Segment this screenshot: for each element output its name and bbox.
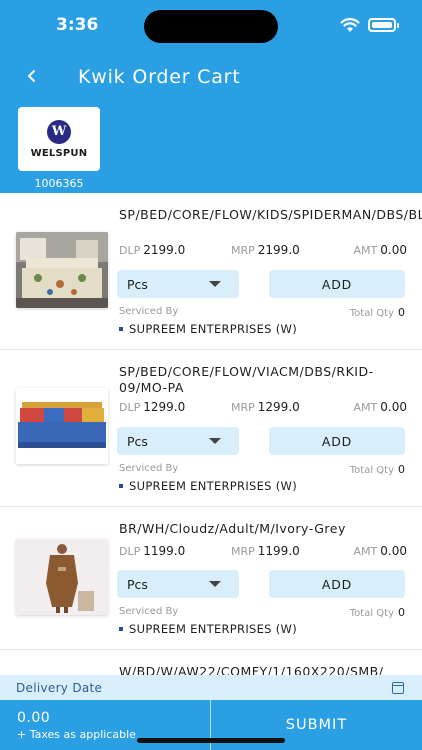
dlp-value: 1199.0 <box>143 544 186 558</box>
cart-total: 0.00 <box>17 710 51 726</box>
caret-down-icon <box>209 438 221 444</box>
dynamic-island <box>144 10 278 43</box>
total-qty-value: 0 <box>398 606 405 619</box>
calendar-icon[interactable] <box>392 681 404 694</box>
product-name: W/BD/W/AW22/COMFY/1/160X220/SMB/ <box>119 664 384 675</box>
amt-label: AMT <box>353 401 378 414</box>
product-image <box>16 232 108 308</box>
serviced-by-label: Serviced By <box>119 606 179 617</box>
caret-down-icon <box>209 281 221 287</box>
mrp-value: 2199.0 <box>257 243 300 257</box>
distributor-row: SUPREEM ENTERPRISES (W) <box>119 322 405 336</box>
add-button[interactable]: ADD <box>269 427 405 455</box>
product-item: SP/BED/CORE/FLOW/VIACM/DBS/RKID-09/MO-PA… <box>0 350 422 507</box>
brand-logo-text: WELSPUN <box>30 147 88 159</box>
amt-value: 0.00 <box>380 400 407 414</box>
product-name: BR/WH/Cloudz/Adult/M/Ivory-Grey <box>119 521 346 536</box>
bullet-icon <box>119 627 123 631</box>
amt-value: 0.00 <box>380 243 407 257</box>
unit-select[interactable]: Pcs <box>117 427 239 455</box>
delivery-date-bar[interactable]: Delivery Date <box>0 675 422 700</box>
amt-label: AMT <box>353 244 378 257</box>
product-image <box>16 539 108 615</box>
tax-note: + Taxes as applicable <box>17 728 136 741</box>
back-button[interactable] <box>20 64 44 88</box>
total-qty-label: Total Qty <box>349 308 394 319</box>
total-qty-label: Total Qty <box>349 608 394 619</box>
dlp-label: DLP <box>119 545 141 558</box>
distributor-name: SUPREEM ENTERPRISES (W) <box>129 322 297 336</box>
distributor-row: SUPREEM ENTERPRISES (W) <box>119 479 405 493</box>
caret-down-icon <box>209 581 221 587</box>
unit-select-value: Pcs <box>127 576 148 592</box>
dlp-label: DLP <box>119 401 141 414</box>
wifi-icon <box>340 18 360 32</box>
serviced-by-label: Serviced By <box>119 306 179 317</box>
bullet-icon <box>119 484 123 488</box>
home-indicator[interactable] <box>137 738 285 743</box>
status-time: 3:36 <box>56 15 99 35</box>
delivery-date-label: Delivery Date <box>16 680 103 695</box>
product-name: SP/BED/CORE/FLOW/KIDS/SPIDERMAN/DBS/BLUE <box>119 207 422 222</box>
distributor-name: SUPREEM ENTERPRISES (W) <box>129 479 297 493</box>
battery-icon <box>368 18 399 32</box>
total-qty-value: 0 <box>398 306 405 319</box>
brand-card[interactable]: W WELSPUN <box>18 107 100 171</box>
mrp-value: 1299.0 <box>257 400 300 414</box>
brand-logo-icon: W <box>47 119 71 144</box>
mrp-value: 1199.0 <box>257 544 300 558</box>
product-item: W/BD/W/AW22/COMFY/1/160X220/SMB/ <box>0 650 422 675</box>
status-icons <box>340 17 399 33</box>
dlp-label: DLP <box>119 244 141 257</box>
chevron-left-icon <box>28 70 35 82</box>
distributor-name: SUPREEM ENTERPRISES (W) <box>129 622 297 636</box>
page-title: Kwik Order Cart <box>78 66 241 88</box>
unit-select-value: Pcs <box>127 276 148 292</box>
total-qty-label: Total Qty <box>349 465 394 476</box>
unit-select[interactable]: Pcs <box>117 570 239 598</box>
mrp-label: MRP <box>231 545 255 558</box>
unit-select-value: Pcs <box>127 433 148 449</box>
app-header: 3:36 Kwik Order Cart <box>0 0 422 101</box>
product-item: BR/WH/Cloudz/Adult/M/Ivory-Grey DLP 1199.… <box>0 507 422 650</box>
brand-code: 1006365 <box>34 177 84 190</box>
mrp-label: MRP <box>231 401 255 414</box>
add-button[interactable]: ADD <box>269 570 405 598</box>
amt-label: AMT <box>353 545 378 558</box>
mrp-label: MRP <box>231 244 255 257</box>
distributor-row: SUPREEM ENTERPRISES (W) <box>119 622 405 636</box>
unit-select[interactable]: Pcs <box>117 270 239 298</box>
serviced-by-label: Serviced By <box>119 463 179 474</box>
add-button[interactable]: ADD <box>269 270 405 298</box>
product-item: SP/BED/CORE/FLOW/KIDS/SPIDERMAN/DBS/BLUE… <box>0 193 422 350</box>
bullet-icon <box>119 327 123 331</box>
dlp-value: 1299.0 <box>143 400 186 414</box>
brand-strip: W WELSPUN 1006365 <box>0 101 422 193</box>
dlp-value: 2199.0 <box>143 243 186 257</box>
product-name: SP/BED/CORE/FLOW/VIACM/DBS/RKID-09/MO-PA <box>119 364 374 395</box>
amt-value: 0.00 <box>380 544 407 558</box>
total-qty-value: 0 <box>398 463 405 476</box>
product-image <box>16 388 108 464</box>
